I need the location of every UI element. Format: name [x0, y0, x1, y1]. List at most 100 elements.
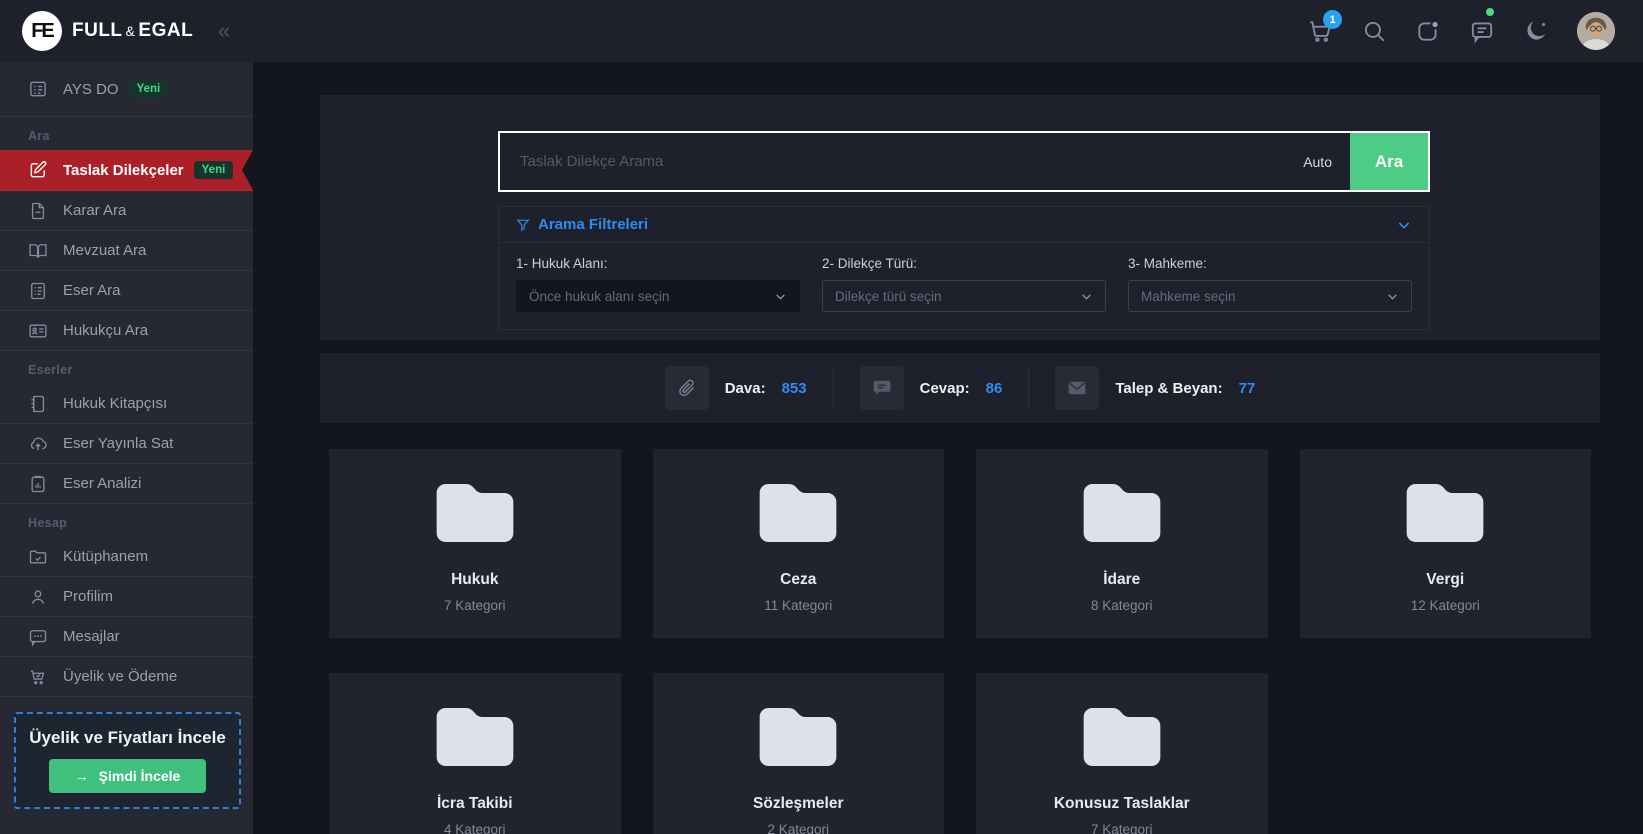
- avatar-photo: [1577, 12, 1615, 50]
- sidebar-item-label: Taslak Dilekçeler: [63, 162, 184, 179]
- folder-icon: [1083, 483, 1161, 542]
- search-submit-button[interactable]: Ara: [1350, 133, 1428, 190]
- sidebar-item-label: Karar Ara: [63, 202, 126, 219]
- folder-card-vergi[interactable]: Vergi 12 Kategori: [1300, 449, 1592, 638]
- folder-name: Sözleşmeler: [753, 795, 843, 813]
- folder-count: 11 Kategori: [764, 598, 832, 613]
- topbar-actions: 1: [1307, 12, 1643, 50]
- sidebar-item-label: Eser Yayınla Sat: [63, 435, 173, 452]
- folder-name: Hukuk: [451, 571, 498, 589]
- stat-label: Cevap:: [920, 380, 970, 397]
- avatar[interactable]: [1577, 12, 1615, 50]
- funnel-icon: [516, 218, 530, 232]
- cart-badge: 1: [1323, 10, 1342, 29]
- filter-label-hukuk-alani: 1- Hukuk Alanı:: [516, 256, 800, 271]
- id-card-icon: [28, 321, 48, 341]
- filters-body: 1- Hukuk Alanı: Önce hukuk alanı seçin 2…: [499, 243, 1429, 329]
- hukuk-alani-select[interactable]: Önce hukuk alanı seçin: [516, 280, 800, 312]
- folder-icon: [759, 707, 837, 766]
- dark-mode-moon-icon: [1523, 18, 1549, 44]
- main-content: Auto Ara Arama Filtreleri: [253, 62, 1643, 834]
- cart-button[interactable]: 1: [1307, 18, 1333, 44]
- stats-bar: Dava: 853 Cevap: 86: [320, 353, 1600, 423]
- search-bar: Auto Ara: [498, 131, 1430, 192]
- folder-name: İdare: [1103, 571, 1140, 589]
- sidebar-item-mesajlar[interactable]: Mesajlar: [0, 617, 253, 657]
- checklist-icon: [28, 79, 48, 99]
- app-window: FE FULL&EGAL « 1: [0, 0, 1643, 834]
- sidebar-item-label: Hukuk Kitapçısı: [63, 395, 167, 412]
- sidebar-item-eser-ara[interactable]: Eser Ara: [0, 271, 253, 311]
- dilekce-turu-select[interactable]: Dilekçe türü seçin: [822, 280, 1106, 312]
- search-button[interactable]: [1361, 18, 1387, 44]
- stat-value[interactable]: 77: [1239, 380, 1256, 397]
- divider: [833, 366, 834, 410]
- chat-bubble-icon: [28, 627, 48, 647]
- sidebar-item-label: Hukukçu Ara: [63, 322, 148, 339]
- folder-card-idare[interactable]: İdare 8 Kategori: [976, 449, 1268, 638]
- folder-icon: [1406, 483, 1484, 542]
- stat-value[interactable]: 86: [986, 380, 1003, 397]
- sidebar-item-uyelik-ve-odeme[interactable]: Üyelik ve Ödeme: [0, 657, 253, 697]
- folder-count: 4 Kategori: [444, 822, 506, 834]
- sidebar-section-hesap: Hesap: [0, 504, 253, 537]
- folder-icon: [436, 707, 514, 766]
- chevron-down-icon: [1386, 290, 1399, 303]
- collapse-sidebar-icon[interactable]: «: [218, 0, 230, 62]
- search-input[interactable]: [500, 133, 1303, 190]
- sidebar-item-eser-yayinla-sat[interactable]: Eser Yayınla Sat: [0, 424, 253, 464]
- list-page-icon: [28, 281, 48, 301]
- dark-mode-button[interactable]: [1523, 18, 1549, 44]
- envelope-icon: [1055, 366, 1099, 410]
- folder-count: 12 Kategori: [1411, 598, 1480, 613]
- sidebar-item-ays-do[interactable]: AYS DO Yeni: [0, 62, 253, 117]
- folder-name: Konusuz Taslaklar: [1054, 795, 1190, 813]
- sidebar-item-label: Üyelik ve Ödeme: [63, 668, 177, 685]
- sidebar: AYS DO Yeni Ara Taslak Dilekçeler Yeni: [0, 62, 253, 834]
- folder-card-sozlesmeler[interactable]: Sözleşmeler 2 Kategori: [653, 673, 945, 834]
- sidebar-item-kutuphanem[interactable]: Kütüphanem: [0, 537, 253, 577]
- sidebar-item-profilim[interactable]: Profilim: [0, 577, 253, 617]
- notifications-button[interactable]: [1415, 18, 1441, 44]
- document-icon: [28, 201, 48, 221]
- folder-count: 7 Kategori: [1091, 822, 1153, 834]
- arrow-right-icon: →: [75, 768, 89, 784]
- promo-box: Üyelik ve Fiyatları İncele → Şimdi İncel…: [14, 712, 241, 809]
- select-placeholder: Önce hukuk alanı seçin: [529, 289, 669, 304]
- auto-label: Auto: [1303, 154, 1332, 170]
- sidebar-item-eser-analizi[interactable]: Eser Analizi: [0, 464, 253, 504]
- topbar: FE FULL&EGAL « 1: [0, 0, 1643, 62]
- sidebar-item-label: Mevzuat Ara: [63, 242, 146, 259]
- sidebar-item-mevzuat-ara[interactable]: Mevzuat Ara: [0, 231, 253, 271]
- notebook-icon: [28, 394, 48, 414]
- sidebar-item-label: Mesajlar: [63, 628, 120, 645]
- filters-title: Arama Filtreleri: [538, 216, 648, 233]
- sidebar-item-taslak-dilekceler[interactable]: Taslak Dilekçeler Yeni: [0, 150, 253, 191]
- folder-name: Vergi: [1426, 571, 1464, 589]
- comment-icon: [860, 366, 904, 410]
- stat-talep-beyan: Talep & Beyan: 77: [1055, 366, 1255, 410]
- stat-value[interactable]: 853: [782, 380, 807, 397]
- filters-header[interactable]: Arama Filtreleri: [499, 207, 1429, 243]
- folder-card-konusuz-taslaklar[interactable]: Konusuz Taslaklar 7 Kategori: [976, 673, 1268, 834]
- promo-cta-button[interactable]: → Şimdi İncele: [49, 759, 207, 793]
- select-placeholder: Dilekçe türü seçin: [835, 289, 942, 304]
- messages-button[interactable]: [1469, 18, 1495, 44]
- sidebar-item-hukukcu-ara[interactable]: Hukukçu Ara: [0, 311, 253, 351]
- new-badge: Yeni: [129, 80, 169, 98]
- folder-card-icra-takibi[interactable]: İcra Takibi 4 Kategori: [329, 673, 621, 834]
- folder-count: 7 Kategori: [444, 598, 506, 613]
- mahkeme-select[interactable]: Mahkeme seçin: [1128, 280, 1412, 312]
- search-panel: Auto Ara Arama Filtreleri: [320, 95, 1600, 340]
- folder-card-hukuk[interactable]: Hukuk 7 Kategori: [329, 449, 621, 638]
- folder-name: Ceza: [780, 571, 816, 589]
- sidebar-item-label: Eser Analizi: [63, 475, 141, 492]
- brand-logo[interactable]: FE: [22, 11, 62, 51]
- folder-name: İcra Takibi: [437, 795, 513, 813]
- chevron-down-icon[interactable]: [1396, 217, 1412, 233]
- sidebar-item-hukuk-kitapcisi[interactable]: Hukuk Kitapçısı: [0, 384, 253, 424]
- sidebar-item-karar-ara[interactable]: Karar Ara: [0, 191, 253, 231]
- folder-check-icon: [28, 547, 48, 567]
- search-icon: [1361, 18, 1387, 44]
- folder-card-ceza[interactable]: Ceza 11 Kategori: [653, 449, 945, 638]
